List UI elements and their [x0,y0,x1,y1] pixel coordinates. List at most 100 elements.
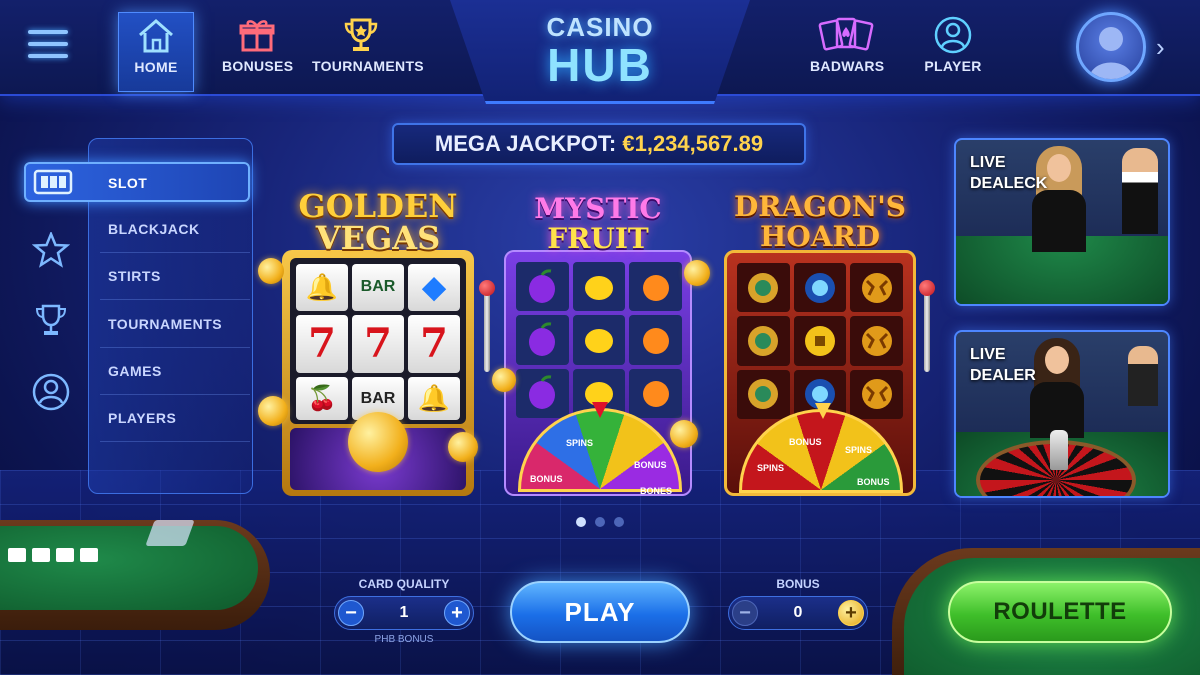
carousel-dot-3[interactable] [614,517,624,527]
menu-divider [100,347,250,348]
slot-icon[interactable] [24,162,82,202]
wheel-label: SPINS [845,445,873,455]
dealer-face [1045,346,1069,374]
second-dealer [1128,346,1158,406]
wheel-label: BONUS [857,477,890,487]
title-line: FRUIT [547,222,649,255]
nav-bonuses[interactable]: BONUSES [222,12,294,92]
slot-machine-golden-vegas[interactable]: 🔔 BAR ◆ 7 7 7 🍒 BAR 🔔 [282,250,474,496]
carousel-dot-2[interactable] [595,517,605,527]
bell-icon: 🔔 [296,264,348,311]
menu-label-slot[interactable]: SLOT [108,175,147,191]
user-icon[interactable] [22,372,80,412]
profile-avatar[interactable] [1076,12,1146,82]
playing-card [32,548,50,562]
lever[interactable] [479,280,495,372]
coin-icon [258,258,284,284]
title-line: MYSTIC [534,192,662,225]
reel-symbol: 7 [352,314,404,374]
nav-bonuses-label: BONUSES [222,58,294,74]
menu-label-blackjack[interactable]: BLACKJACK [108,221,200,237]
dealer-face [1047,154,1071,182]
star-icon[interactable] [22,230,80,270]
reel-symbol: 7 [408,314,460,374]
menu-label-players[interactable]: PLAYERS [108,410,176,426]
plum-icon [516,262,569,312]
nav-home[interactable]: HOME [118,12,194,92]
bonus-value: 0 [793,604,803,621]
menu-icon[interactable] [28,30,68,62]
gift-icon [239,20,275,52]
card-quality-minus-button[interactable]: − [338,600,364,626]
nav-player-label: PLAYER [924,58,982,74]
playing-card [8,548,26,562]
lever[interactable] [919,280,935,372]
coin-icon [448,432,478,462]
menu-label-tournaments[interactable]: TOURNAMENTS [108,316,222,332]
live-line: LIVE [970,346,1006,363]
nav-badwars-label: BADWARS [810,58,885,74]
bonus-plus-button[interactable]: + [838,600,864,626]
title-line: VEGAS [315,219,441,257]
blue-gem-icon [793,263,847,313]
orange-icon [629,368,682,418]
dragon-icon [850,316,903,366]
bonus-label: BONUS [776,577,820,591]
orange-icon [629,315,682,365]
title-golden-vegas: GOLDEN VEGAS [282,190,474,254]
carousel-dot-1[interactable] [576,517,586,527]
chevron-right-icon[interactable]: › [1156,32,1165,63]
wheel-label: SPINS [757,463,785,473]
wheel-label: BONUS [530,474,563,484]
live-dealer-card-2[interactable]: LIVE DEALER [954,330,1170,498]
second-dealer [1122,148,1158,234]
roulette-button[interactable]: ROULETTE [948,581,1172,643]
menu-label-stirts[interactable]: STIRTS [108,268,161,284]
wheel-pointer [592,402,608,418]
trophy-icon[interactable] [22,300,80,340]
reel-symbol: 7 [296,314,348,374]
menu-divider [100,252,250,253]
title-mystic-fruit: MYSTIC FRUIT [504,194,692,254]
menu-label-games[interactable]: GAMES [108,363,162,379]
bonus-stepper: − 0 + [728,596,868,630]
coin-icon [258,396,288,426]
title-line: GOLDEN [298,187,458,225]
slot-machine-dragons-hoard[interactable]: SPINS BONUS SPINS BONUS [724,250,916,496]
card-quality-value: 1 [399,604,409,621]
blackjack-table-prop [0,520,270,630]
live-dealer-card-1[interactable]: LIVE DEALECK [954,138,1170,306]
dealer-body [1032,190,1086,252]
lemon-icon [572,315,626,365]
bonus-minus-button[interactable]: − [732,600,758,626]
mega-jackpot-banner: MEGA JACKPOT: €1,234,567.89 [392,123,806,165]
wheel-label: BONES [640,486,673,496]
play-button[interactable]: PLAY [510,581,690,643]
title-dragons-hoard: DRAGON'S HOARD [724,192,916,252]
playing-card [80,548,98,562]
plum-icon [516,368,569,418]
nav-tournaments-label: TOURNAMENTS [312,58,424,74]
gold-idol-icon [737,369,790,419]
nav-badwars[interactable]: BADWARS [810,12,885,92]
card-quality-label: CARD QUALITY [358,577,450,591]
coin-icon [793,316,847,366]
title-line: HOARD [759,220,881,253]
nav-player[interactable]: PLAYER [920,12,986,92]
wheel-label: BONUS [789,437,822,447]
wheel-pointer [815,403,831,419]
logo-hub: HUB [547,39,653,91]
nav-tournaments[interactable]: TOURNAMENTS [312,12,424,92]
reel-symbol: BAR [352,264,404,311]
diamond-icon: ◆ [408,264,460,311]
menu-divider [100,299,250,300]
jackpot-amount: €1,234,567.89 [622,131,764,156]
slot-machine-mystic-fruit[interactable]: BONUS SPINS BONUS BONES [504,250,692,496]
dragon-icon [850,369,903,419]
card-quality-plus-button[interactable]: + [444,600,470,626]
live-label-2: LIVE DEALER [970,344,1036,386]
chess-king-piece [1050,430,1068,470]
jackpot-label: MEGA JACKPOT: [434,131,617,156]
wheel-label: BONUS [634,460,667,470]
reels-dragons-hoard [737,263,903,419]
